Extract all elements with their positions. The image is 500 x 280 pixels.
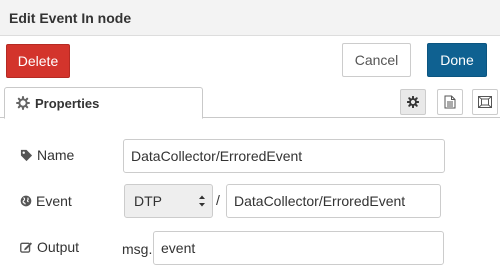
output-row-label: Output bbox=[20, 239, 79, 255]
delete-button[interactable]: Delete bbox=[6, 44, 70, 78]
event-type-select[interactable]: DTP bbox=[124, 184, 213, 218]
globe-icon bbox=[20, 195, 32, 207]
gear-icon bbox=[407, 96, 419, 108]
name-label: Name bbox=[37, 147, 75, 163]
frame-icon bbox=[478, 96, 492, 108]
dialog-titlebar: Edit Event In node bbox=[0, 0, 500, 36]
description-tab-button[interactable] bbox=[437, 89, 463, 115]
done-button[interactable]: Done bbox=[427, 43, 487, 77]
name-row-label: Name bbox=[20, 147, 74, 163]
tag-icon bbox=[20, 149, 33, 161]
event-separator: / bbox=[216, 192, 220, 208]
event-input[interactable]: DataCollector/ErroredEvent bbox=[226, 184, 441, 218]
cancel-button[interactable]: Cancel bbox=[342, 43, 411, 77]
tab-properties[interactable]: Properties bbox=[4, 87, 203, 119]
event-type-value: DTP bbox=[134, 193, 162, 209]
document-icon bbox=[444, 95, 456, 109]
output-label: Output bbox=[37, 239, 80, 255]
name-input[interactable]: DataCollector/ErroredEvent bbox=[123, 139, 445, 173]
event-label: Event bbox=[36, 193, 72, 209]
gear-icon bbox=[16, 96, 30, 110]
output-input[interactable]: event bbox=[153, 231, 444, 265]
event-row-label: Event bbox=[20, 193, 72, 209]
tab-properties-label: Properties bbox=[35, 96, 100, 111]
select-arrows-icon bbox=[199, 195, 205, 207]
dialog-title: Edit Event In node bbox=[9, 10, 132, 26]
edit-icon bbox=[20, 242, 33, 253]
settings-tab-button[interactable] bbox=[400, 89, 426, 115]
output-prefix: msg. bbox=[122, 240, 153, 257]
appearance-tab-button[interactable] bbox=[472, 89, 498, 115]
